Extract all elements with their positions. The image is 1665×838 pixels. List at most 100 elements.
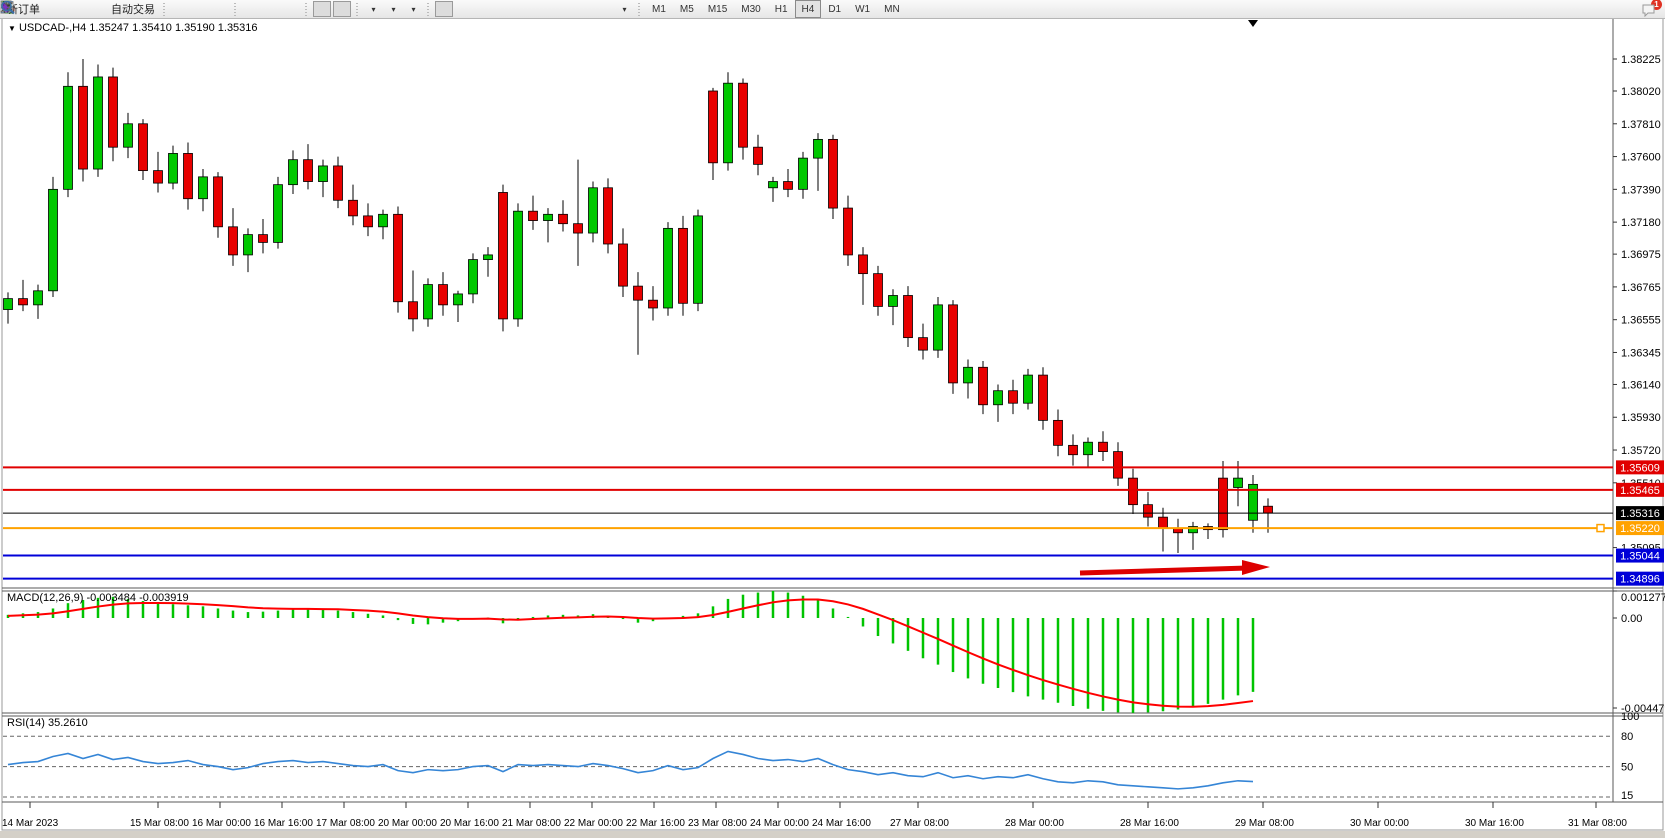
bar-chart-button[interactable]: [171, 1, 189, 17]
date-label: 30 Mar 16:00: [1465, 818, 1524, 829]
ohlc-low: 1.35190: [175, 22, 215, 34]
fibonacci-button[interactable]: F: [555, 1, 573, 17]
zoom-in-button[interactable]: [242, 1, 260, 17]
auto-trading-label: 自动交易: [111, 1, 155, 17]
timeframe-button-D1[interactable]: D1: [821, 0, 848, 18]
chevron-down-icon: ▾: [411, 5, 415, 14]
candle: [1219, 478, 1228, 530]
candle: [649, 300, 658, 308]
candle: [619, 244, 628, 286]
candle: [64, 86, 73, 189]
candle: [784, 182, 793, 190]
timeframe-button-M1[interactable]: M1: [645, 0, 673, 18]
styler-button[interactable]: [45, 1, 63, 17]
candle: [454, 294, 463, 305]
chart-canvas[interactable]: 1.382251.380201.378101.376001.373901.371…: [0, 0, 1665, 838]
main-toolbar: 新订单 自动交易 ▾ ▾: [0, 0, 1665, 19]
candle: [529, 211, 538, 220]
periods-button[interactable]: ▾: [384, 1, 402, 17]
signal-button[interactable]: [85, 1, 103, 17]
date-label: 24 Mar 00:00: [750, 818, 809, 829]
price-tick-label: 1.38225: [1621, 54, 1661, 66]
candle: [19, 299, 28, 305]
candle: [919, 338, 928, 350]
candlestick-chart-button[interactable]: [191, 1, 209, 17]
date-label: 20 Mar 00:00: [378, 818, 437, 829]
macd-label: MACD(12,26,9) -0.003484 -0.003919: [7, 592, 189, 604]
auto-scroll-button[interactable]: [313, 1, 331, 17]
timeframe-button-M5[interactable]: M5: [673, 0, 701, 18]
candle: [1069, 445, 1078, 454]
profile-button[interactable]: [65, 1, 83, 17]
horizontal-line-button[interactable]: [495, 1, 513, 17]
timeframe-button-M30[interactable]: M30: [734, 0, 767, 18]
line-chart-button[interactable]: [211, 1, 229, 17]
chevron-down-icon: ▾: [371, 5, 375, 14]
price-badge-label: 1.34896: [1620, 574, 1660, 586]
price-tick-label: 1.36140: [1621, 379, 1661, 391]
zoom-out-button[interactable]: [262, 1, 280, 17]
candle: [709, 91, 718, 163]
candle: [334, 166, 343, 200]
toolbar-grip: [636, 2, 643, 16]
timeframe-button-H1[interactable]: H1: [768, 0, 795, 18]
rsi-axis-label: 100: [1621, 711, 1639, 723]
candle: [814, 139, 823, 158]
trendline-button[interactable]: [515, 1, 533, 17]
cursor-button[interactable]: [435, 1, 453, 17]
crosshair-button[interactable]: [455, 1, 473, 17]
arrows-button[interactable]: ▾: [615, 1, 633, 17]
price-tick-label: 1.35930: [1621, 412, 1661, 424]
candle: [664, 228, 673, 308]
chevron-down-icon: ▾: [622, 5, 626, 14]
notifications-button[interactable]: 1: [1640, 1, 1658, 17]
date-label: 14 Mar 2023: [2, 818, 59, 829]
candle: [439, 285, 448, 305]
toolbar-grip: [161, 2, 168, 16]
candle: [1129, 478, 1138, 505]
timeframe-button-MN[interactable]: MN: [877, 0, 907, 18]
candle: [1099, 442, 1108, 451]
search-button[interactable]: [1620, 1, 1638, 17]
vertical-line-button[interactable]: [475, 1, 493, 17]
candle: [1054, 420, 1063, 445]
tile-windows-button[interactable]: [282, 1, 300, 17]
auto-trading-button[interactable]: 自动交易: [105, 1, 158, 17]
macd-subwindow[interactable]: [3, 591, 1613, 713]
window-bottom-strip: [0, 831, 1665, 838]
text-label-button[interactable]: T: [595, 1, 613, 17]
candle: [259, 235, 268, 243]
equidistant-channel-button[interactable]: E: [535, 1, 553, 17]
macd-axis-label: 0.00: [1621, 613, 1642, 625]
candle: [964, 367, 973, 383]
search-icon: [0, 0, 16, 15]
candle: [844, 208, 853, 255]
price-panel[interactable]: [3, 19, 1613, 588]
candle: [394, 214, 403, 301]
candle: [1114, 452, 1123, 479]
price-tick-label: 1.36765: [1621, 282, 1661, 294]
candle: [154, 171, 163, 183]
candle: [874, 274, 883, 307]
chat-bubble-icon: [1641, 2, 1657, 17]
price-tick-label: 1.37600: [1621, 152, 1661, 164]
collapse-triangle-icon: ▼: [8, 24, 16, 33]
ohlc-open: 1.35247: [89, 22, 129, 34]
toolbar-grip: [232, 2, 239, 16]
date-label: 21 Mar 08:00: [502, 818, 561, 829]
rsi-subwindow[interactable]: [3, 716, 1613, 802]
date-label: 16 Mar 16:00: [254, 818, 313, 829]
line-handle[interactable]: [1597, 525, 1604, 532]
timeframe-button-W1[interactable]: W1: [848, 0, 877, 18]
indicators-button[interactable]: ▾: [364, 1, 382, 17]
timeframe-button-M15[interactable]: M15: [701, 0, 734, 18]
chevron-down-icon: ▾: [391, 5, 395, 14]
timeframe-group: M1M5M15M30H1H4D1W1MN: [645, 0, 907, 18]
chart-shift-button[interactable]: [333, 1, 351, 17]
date-label: 17 Mar 08:00: [316, 818, 375, 829]
text-button[interactable]: A: [575, 1, 593, 17]
templates-button[interactable]: ▾: [404, 1, 422, 17]
timeframe-button-H4[interactable]: H4: [795, 0, 822, 18]
candle: [934, 305, 943, 350]
date-label: 24 Mar 16:00: [812, 818, 871, 829]
